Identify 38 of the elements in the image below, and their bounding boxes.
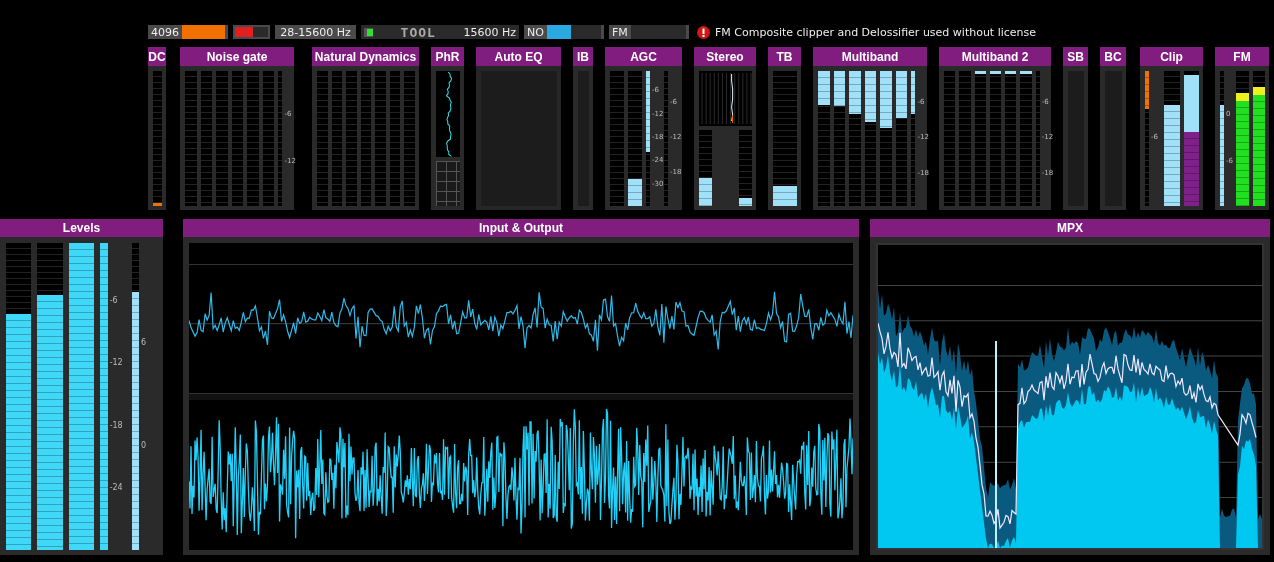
meter-label: 4096 <box>151 25 179 39</box>
meter-label: FM <box>612 25 628 39</box>
scale-label: 0 <box>141 441 148 451</box>
module-title: Clip <box>1140 47 1203 66</box>
meter-label: NO <box>527 25 544 39</box>
module-title: Natural Dynamics <box>312 47 419 66</box>
scale-label: -12 <box>109 358 124 368</box>
scale-label: -24 <box>109 482 124 492</box>
module-title: AGC <box>605 47 682 66</box>
module-title: BC <box>1100 47 1126 66</box>
module-title: FM <box>1215 47 1269 66</box>
module-title: Input & Output <box>183 219 859 237</box>
module-title: Multiband 2 <box>939 47 1051 66</box>
scale-label: -6 <box>109 296 119 306</box>
logo-text: TOOL <box>400 24 436 40</box>
module-title: Noise gate <box>180 47 294 66</box>
module-title: PhR <box>431 47 464 66</box>
scale-label: -18 <box>109 420 124 430</box>
frequency-value: 15600 Hz <box>463 25 516 39</box>
warning-message: FM Composite clipper and Delossifier used without license <box>715 25 1037 39</box>
module-title: IB <box>573 47 593 66</box>
module-title: SB <box>1063 47 1088 66</box>
module-title: Auto EQ <box>476 47 561 66</box>
module-title: Multiband <box>813 47 927 66</box>
module-title: DC <box>148 47 166 66</box>
warning-icon <box>697 25 710 39</box>
module-title: Levels <box>0 219 163 237</box>
grid-display <box>436 161 460 206</box>
peak-segment <box>1252 87 1265 96</box>
peak-segment <box>1236 92 1249 101</box>
stereo-display-drawing <box>699 71 752 126</box>
module-title: TB <box>768 47 801 66</box>
frequency-field: 28-15600 Hz <box>275 25 356 39</box>
scale-label: 6 <box>141 337 148 347</box>
indicator-icon <box>364 27 373 37</box>
upper-fill <box>1183 75 1199 132</box>
module-title: Stereo <box>694 47 756 66</box>
module-title: MPX <box>870 219 1270 237</box>
